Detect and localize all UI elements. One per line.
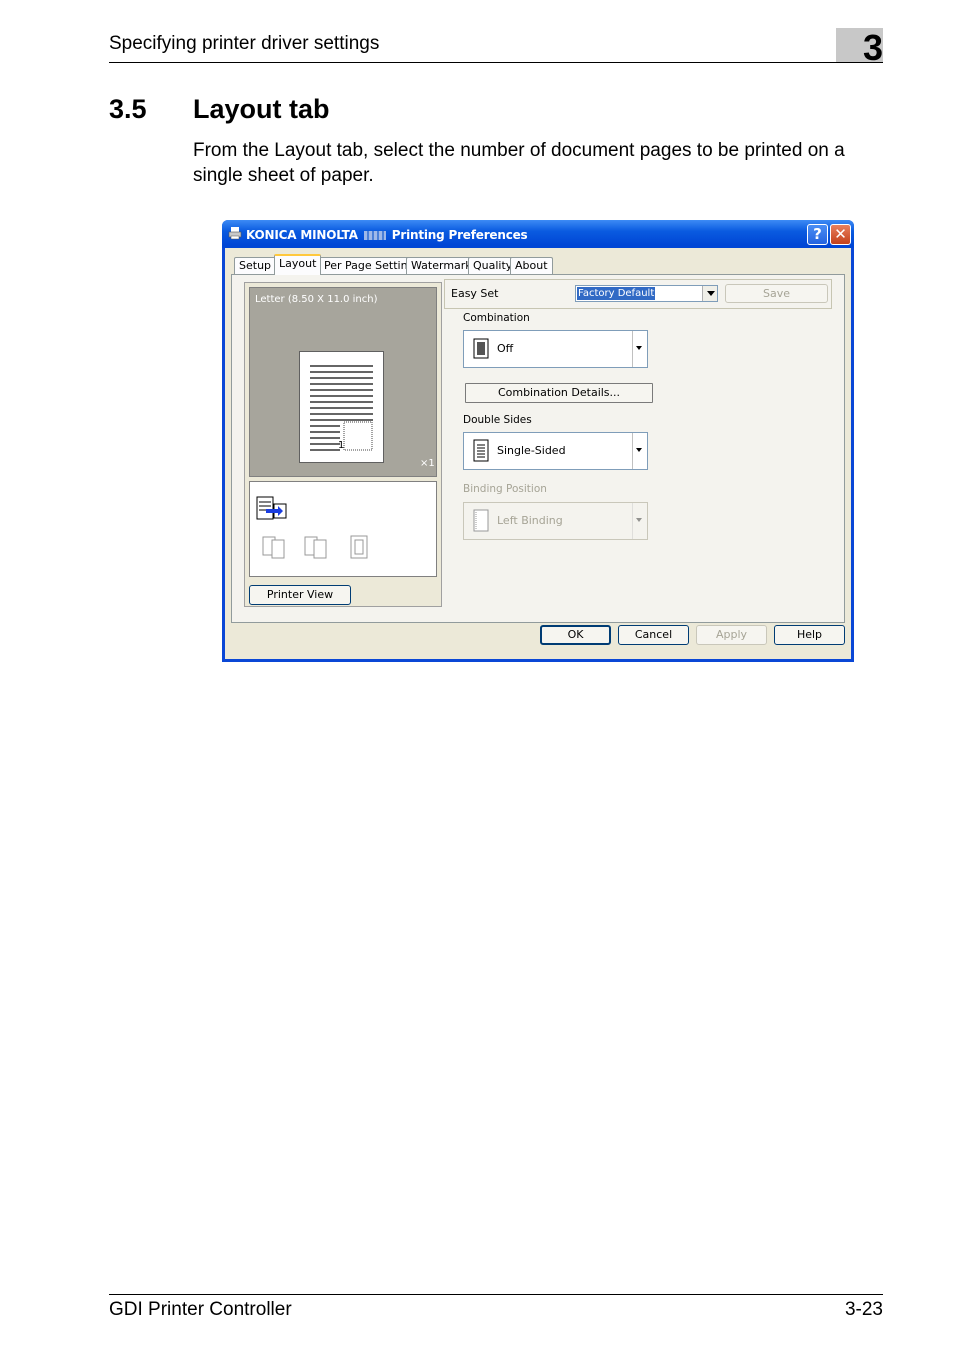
chevron-down-icon[interactable] [632,433,647,469]
printing-preferences-dialog: KONICA MINOLTA Printing Preferences ? ✕ … [222,220,854,662]
left-binding-icon [473,509,489,532]
double-sides-value: Single-Sided [497,444,566,457]
combination-label: Combination [463,312,530,324]
apply-button[interactable]: Apply [696,625,767,645]
tab-layout[interactable]: Layout [274,254,322,275]
tab-watermark[interactable]: Watermark [406,257,477,274]
printer-icon [228,227,242,240]
chevron-down-icon[interactable] [632,503,647,539]
cancel-button[interactable]: Cancel [618,625,689,645]
dialog-title: KONICA MINOLTA Printing Preferences [246,228,528,242]
page-number: 1 [338,440,345,451]
chapter-number: 3 [862,27,883,68]
save-button[interactable]: Save [725,284,828,303]
paper-size-label: Letter (8.50 X 11.0 inch) [255,294,378,305]
group-icon [304,536,327,559]
dialog-title-brand: KONICA MINOLTA [246,228,358,242]
help-button[interactable]: Help [774,625,845,645]
tab-setup[interactable]: Setup [234,257,277,274]
preview-group: Letter (8.50 X 11.0 inch) 1 ×1 Printer V… [244,282,442,607]
dialog-title-suffix: Printing Preferences [391,228,528,242]
combination-page-icon [473,338,489,359]
double-sides-select[interactable]: Single-Sided [463,432,648,470]
single-sided-icon [473,439,489,462]
tab-about[interactable]: About [510,257,553,274]
preview-page: 1 [299,351,384,463]
model-name-redacted [363,231,386,240]
staple-icon [350,535,368,559]
collate-icon [262,536,285,559]
chevron-down-icon[interactable] [632,331,647,367]
ok-button[interactable]: OK [540,625,611,645]
printer-view-button[interactable]: Printer View [249,585,351,605]
combination-details-button[interactable]: Combination Details... [465,383,653,403]
layout-tab-panel: Letter (8.50 X 11.0 inch) 1 ×1 Printer V… [231,274,845,623]
section-title: Layout tab [193,94,330,124]
output-tray-icon[interactable] [256,496,288,522]
help-title-button[interactable]: ? [807,224,828,245]
easy-set-group: Easy Set Factory Default Save [444,279,832,309]
chevron-down-icon[interactable] [702,286,717,301]
intro-paragraph: From the Layout tab, select the number o… [193,140,845,186]
binding-position-select[interactable]: Left Binding [463,502,648,540]
binding-position-value: Left Binding [497,514,563,527]
tab-per-page-setting[interactable]: Per Page Setting [319,257,420,274]
page-preview: Letter (8.50 X 11.0 inch) 1 ×1 [249,287,437,477]
combination-value: Off [497,342,514,355]
easy-set-value: Factory Default [577,287,656,300]
header-rule [109,62,883,63]
close-icon[interactable]: ✕ [830,224,851,245]
easy-set-label: Easy Set [451,287,499,300]
double-sides-label: Double Sides [463,414,532,426]
combination-select[interactable]: Off [463,330,648,368]
dialog-titlebar: KONICA MINOLTA Printing Preferences ? ✕ [222,220,854,248]
page-number-footer: 3-23 [844,1299,883,1320]
footer-rule [109,1294,883,1295]
copies-indicator: ×1 [420,458,435,469]
section-number: 3.5 [109,94,147,124]
binding-position-label: Binding Position [463,483,547,495]
footer-product: GDI Printer Controller [109,1299,292,1320]
easy-set-select[interactable]: Factory Default [575,285,718,302]
output-icons-area [249,481,437,577]
dialog-client-area: Setup Layout Per Page Setting Watermark … [225,248,851,659]
running-header: Specifying printer driver settings [109,33,380,54]
